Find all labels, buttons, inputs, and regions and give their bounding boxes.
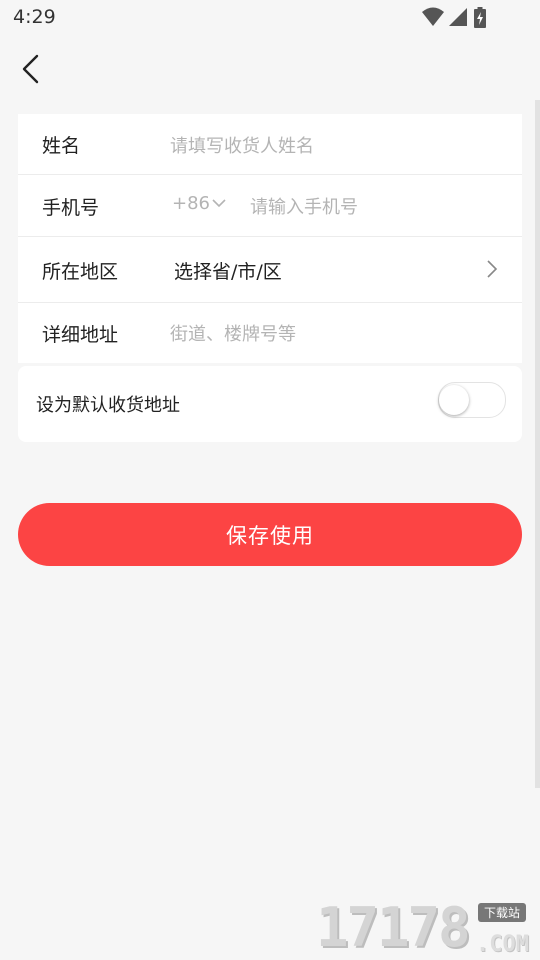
- default-address-toggle[interactable]: [438, 382, 506, 418]
- address-form: 姓名 请填写收货人姓名 手机号 +86 请输入手机号 所在地区 选择省/市/区 …: [18, 114, 522, 363]
- chevron-right-icon: [487, 260, 498, 278]
- region-row[interactable]: 所在地区 选择省/市/区: [18, 237, 522, 303]
- phone-row[interactable]: 手机号 +86 请输入手机号: [18, 175, 522, 237]
- region-selector[interactable]: 选择省/市/区: [174, 257, 282, 284]
- scrollbar[interactable]: [535, 100, 540, 788]
- default-address-card: 设为默认收货地址: [18, 366, 522, 442]
- country-code-selector[interactable]: +86: [172, 193, 232, 217]
- name-label: 姓名: [42, 135, 81, 157]
- watermark-tag: 下载站: [478, 903, 527, 922]
- chevron-down-icon: [212, 199, 226, 208]
- name-row[interactable]: 姓名 请填写收货人姓名: [18, 114, 522, 175]
- phone-label: 手机号: [42, 197, 100, 219]
- save-button[interactable]: 保存使用: [18, 503, 522, 566]
- chevron-left-icon: [22, 54, 39, 84]
- address-input[interactable]: 街道、楼牌号等: [170, 320, 296, 346]
- status-bar: 4:29: [0, 0, 540, 36]
- watermark-logo: 17178 下载站 .COM: [316, 896, 540, 960]
- battery-charging-icon: [474, 7, 486, 28]
- status-icons: [422, 7, 502, 29]
- address-label: 详细地址: [42, 324, 119, 346]
- watermark-number: 17178: [316, 896, 471, 959]
- watermark-domain: .COM: [476, 932, 529, 957]
- country-code: +86: [172, 193, 210, 214]
- name-input[interactable]: 请填写收货人姓名: [170, 132, 314, 158]
- address-row[interactable]: 详细地址 街道、楼牌号等: [18, 303, 522, 363]
- back-button[interactable]: [14, 52, 50, 88]
- default-address-label: 设为默认收货地址: [36, 395, 180, 416]
- status-time: 4:29: [13, 6, 56, 28]
- toggle-knob: [439, 385, 469, 415]
- phone-input[interactable]: 请输入手机号: [250, 193, 358, 219]
- region-label: 所在地区: [42, 261, 119, 283]
- cellular-signal-icon: [449, 8, 467, 26]
- wifi-icon: [422, 7, 444, 26]
